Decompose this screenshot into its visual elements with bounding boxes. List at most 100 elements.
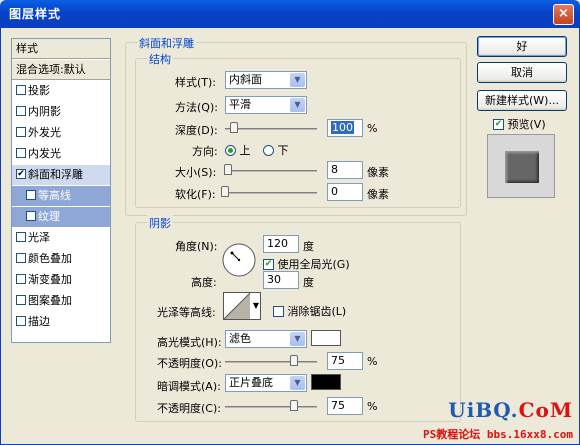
shadow-mode-label: 暗调模式(A): xyxy=(157,380,221,393)
contour-curve-icon xyxy=(223,292,251,320)
radio-off-icon[interactable] xyxy=(263,144,274,156)
bevel-emboss-title: 斜面和浮雕 xyxy=(137,35,196,51)
direction-label: 方向: xyxy=(192,145,218,158)
dropdown-arrow-icon: ▼ xyxy=(290,332,305,346)
style-list: 样式 混合选项:默认 投影 内阴影 外发光 内发光 ✔ 斜面和浮雕 等高线 纹理 … xyxy=(11,38,111,343)
style-item-inner-glow[interactable]: 内发光 xyxy=(12,144,110,164)
checkmark-icon[interactable]: ✔ xyxy=(263,258,274,270)
style-item-inner-shadow[interactable]: 内阴影 xyxy=(12,102,110,122)
size-slider[interactable] xyxy=(225,170,317,172)
style-item-color-overlay[interactable]: 颜色叠加 xyxy=(12,249,110,269)
shadow-opacity-label: 不透明度(C): xyxy=(157,402,221,415)
checkbox[interactable] xyxy=(16,85,26,95)
soften-slider[interactable] xyxy=(225,192,317,194)
title-bar: 图层样式 × xyxy=(0,0,580,28)
style-item-drop-shadow[interactable]: 投影 xyxy=(12,81,110,101)
new-style-button[interactable]: 新建样式(W)... xyxy=(477,90,567,111)
checkbox[interactable] xyxy=(273,305,284,317)
highlight-opacity-input[interactable]: 75 xyxy=(327,352,363,370)
style-item-pattern-overlay[interactable]: 图案叠加 xyxy=(12,291,110,311)
style-item-gradient-overlay[interactable]: 渐变叠加 xyxy=(12,270,110,290)
layer-style-dialog: 样式 混合选项:默认 投影 内阴影 外发光 内发光 ✔ 斜面和浮雕 等高线 纹理 … xyxy=(0,28,580,445)
style-item-texture[interactable]: 纹理 xyxy=(12,207,110,227)
dropdown-arrow-icon: ▼ xyxy=(290,73,305,87)
checkbox[interactable] xyxy=(16,295,26,305)
style-list-blending-options[interactable]: 混合选项:默认 xyxy=(12,60,110,80)
preview-checkbox[interactable]: ✔ 预览(V) xyxy=(493,116,546,132)
shadow-opacity-slider[interactable] xyxy=(225,406,317,408)
altitude-label: 高度: xyxy=(191,276,217,289)
percent-unit: % xyxy=(367,400,378,413)
size-label: 大小(S): xyxy=(175,166,217,179)
percent-unit: % xyxy=(367,355,378,368)
ok-button[interactable]: 好 xyxy=(477,36,567,57)
size-unit: 像素 xyxy=(367,166,389,179)
gloss-contour-picker[interactable]: ▼ xyxy=(223,292,261,320)
close-icon[interactable]: × xyxy=(553,4,574,25)
depth-label: 深度(D): xyxy=(175,124,218,137)
direction-down-radio[interactable]: 下 xyxy=(263,142,289,158)
highlight-mode-label: 高光模式(H): xyxy=(157,336,222,349)
altitude-input[interactable]: 30 xyxy=(263,271,299,289)
soften-label: 软化(F): xyxy=(175,188,216,201)
style-list-header[interactable]: 样式 xyxy=(12,39,110,59)
depth-slider-thumb[interactable] xyxy=(230,122,239,133)
style-item-outer-glow[interactable]: 外发光 xyxy=(12,123,110,143)
style-item-stroke[interactable]: 描边 xyxy=(12,312,110,332)
checkbox[interactable] xyxy=(26,211,36,221)
depth-slider[interactable] xyxy=(225,128,317,130)
preview-swatch xyxy=(505,151,539,183)
direction-up-radio[interactable]: 上 xyxy=(225,142,251,158)
structure-title: 结构 xyxy=(147,51,173,67)
angle-unit: 度 xyxy=(303,240,314,253)
angle-dial-icon[interactable] xyxy=(221,242,257,278)
highlight-color-swatch[interactable] xyxy=(311,330,341,346)
window-title: 图层样式 xyxy=(9,7,62,21)
technique-label: 方法(Q): xyxy=(175,101,218,114)
size-input[interactable]: 8 xyxy=(327,161,363,179)
soften-unit: 像素 xyxy=(367,188,389,201)
chevron-down-icon[interactable]: ▼ xyxy=(253,301,259,310)
size-slider-thumb[interactable] xyxy=(223,164,232,175)
checkbox[interactable] xyxy=(26,190,36,200)
highlight-opacity-slider[interactable] xyxy=(225,361,317,363)
style-select[interactable]: 内斜面 ▼ xyxy=(225,71,307,89)
highlight-opacity-label: 不透明度(O): xyxy=(157,357,222,370)
anti-alias-checkbox[interactable]: 消除锯齿(L) xyxy=(273,303,346,319)
soften-input[interactable]: 0 xyxy=(327,183,363,201)
cancel-button[interactable]: 取消 xyxy=(477,62,567,83)
radio-on-icon[interactable] xyxy=(225,144,236,156)
watermark-logo: UiBQ.CoM xyxy=(448,398,573,422)
global-light-checkbox[interactable]: ✔ 使用全局光(G) xyxy=(263,256,350,272)
style-item-contour[interactable]: 等高线 xyxy=(12,186,110,206)
dropdown-arrow-icon: ▼ xyxy=(290,376,305,390)
altitude-unit: 度 xyxy=(303,276,314,289)
technique-select[interactable]: 平滑 ▼ xyxy=(225,96,307,114)
highlight-opacity-thumb[interactable] xyxy=(290,355,298,366)
soften-slider-thumb[interactable] xyxy=(221,186,229,197)
angle-input[interactable]: 120 xyxy=(263,235,299,253)
checkbox[interactable] xyxy=(16,106,26,116)
checkbox[interactable] xyxy=(16,127,26,137)
checkmark-icon[interactable]: ✔ xyxy=(16,169,26,179)
shadow-mode-select[interactable]: 正片叠底 ▼ xyxy=(225,374,307,392)
checkbox[interactable] xyxy=(16,316,26,326)
dropdown-arrow-icon: ▼ xyxy=(290,98,305,112)
checkbox[interactable] xyxy=(16,232,26,242)
angle-label: 角度(N): xyxy=(175,240,218,253)
checkbox[interactable] xyxy=(16,274,26,284)
highlight-mode-select[interactable]: 滤色 ▼ xyxy=(225,330,307,348)
style-item-satin[interactable]: 光泽 xyxy=(12,228,110,248)
checkbox[interactable] xyxy=(16,148,26,158)
angle-dial[interactable] xyxy=(221,242,257,278)
depth-input[interactable]: 100 xyxy=(327,119,363,137)
shadow-color-swatch[interactable] xyxy=(311,374,341,390)
style-preview xyxy=(487,134,555,198)
gloss-contour-label: 光泽等高线: xyxy=(157,306,216,319)
style-item-bevel-emboss[interactable]: ✔ 斜面和浮雕 xyxy=(12,165,110,185)
checkmark-icon[interactable]: ✔ xyxy=(493,118,504,130)
shadow-opacity-thumb[interactable] xyxy=(290,400,298,411)
checkbox[interactable] xyxy=(16,253,26,263)
percent-unit: % xyxy=(367,122,378,135)
shadow-opacity-input[interactable]: 75 xyxy=(327,397,363,415)
